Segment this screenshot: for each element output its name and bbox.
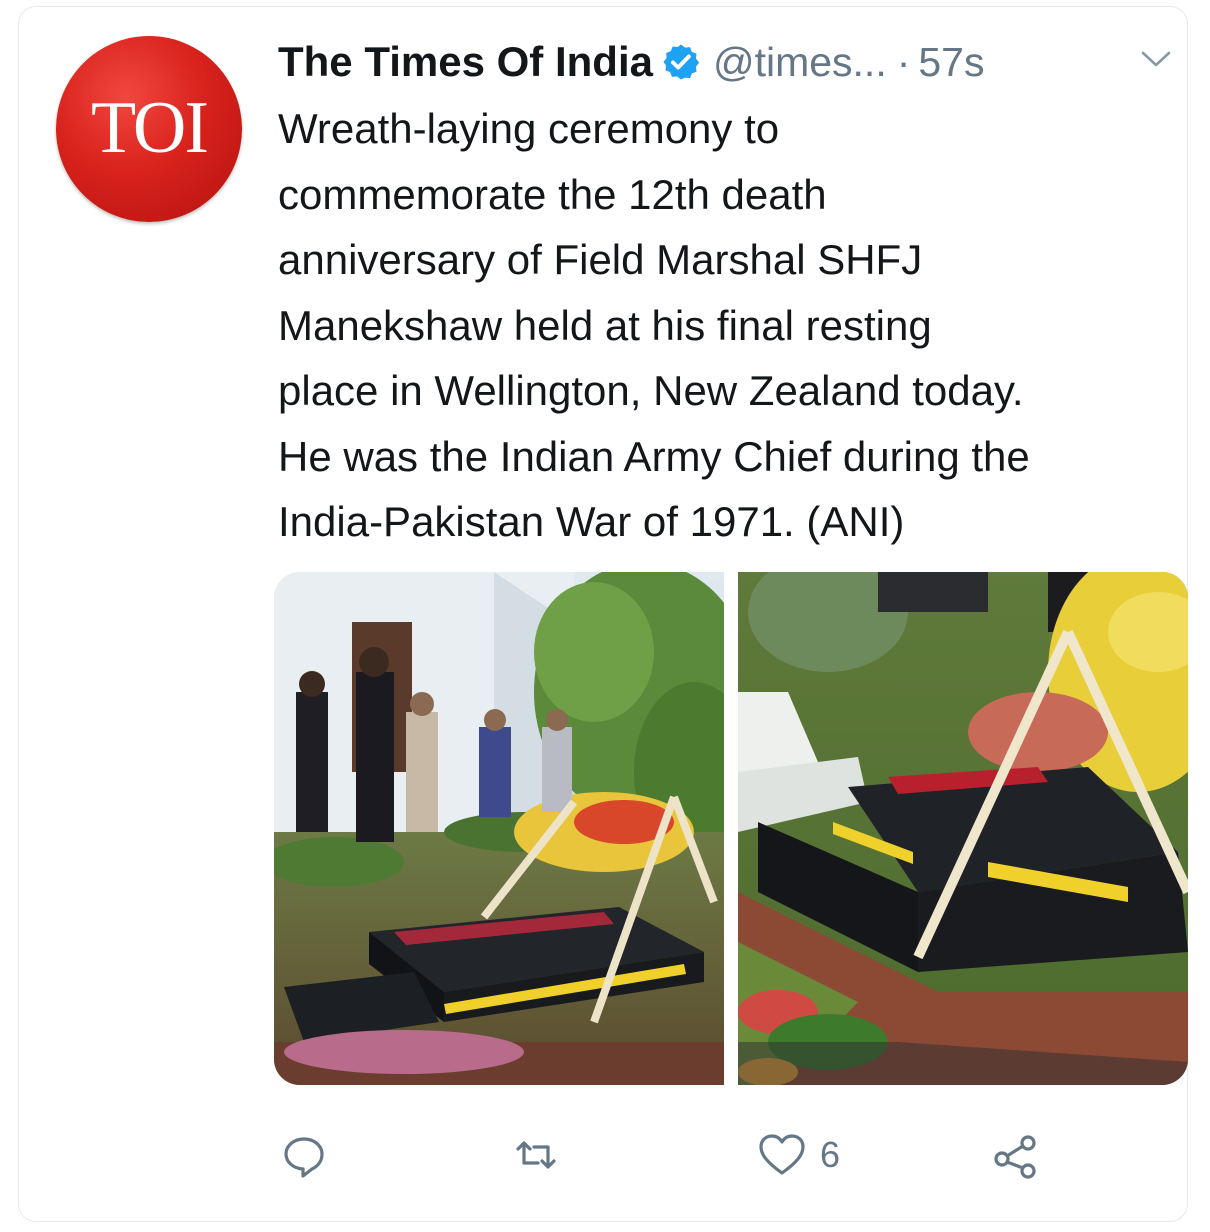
photo-ceremony-image — [274, 572, 724, 1085]
heart-icon — [759, 1134, 805, 1175]
tweet-text-line: place in Wellington, New Zealand today. — [278, 367, 1024, 414]
photo-ceremony[interactable] — [274, 572, 724, 1085]
media-gallery — [274, 572, 1188, 1085]
tweet-actions: 6 — [278, 1125, 1068, 1185]
timestamp[interactable]: 57s — [918, 39, 984, 86]
like-button[interactable]: 6 — [756, 1125, 840, 1185]
tweet-text-line: Manekshaw held at his final resting — [278, 301, 932, 349]
reply-button[interactable] — [278, 1125, 330, 1185]
author-handle[interactable]: @times... — [713, 39, 887, 86]
reply-icon — [284, 1137, 324, 1178]
photo-grave[interactable] — [738, 572, 1188, 1085]
avatar[interactable]: TOI — [56, 36, 242, 222]
tweet-text-line: India-Pakistan War of 1971. (ANI) — [278, 498, 905, 545]
tweet-text-line: anniversary of Field Marshal SHFJ — [278, 236, 923, 283]
tweet-text-line: Wreath-laying ceremony to — [278, 105, 780, 152]
verified-badge-icon — [663, 44, 700, 80]
tweet-header: The Times Of India @times... · 57s — [278, 36, 984, 88]
share-icon — [994, 1135, 1036, 1179]
avatar-logo-text: TOI — [91, 87, 209, 169]
header-separator: · — [896, 38, 911, 85]
tweet-text: Wreath-laying ceremony to commemorate th… — [278, 96, 1178, 555]
share-button[interactable] — [990, 1125, 1042, 1185]
retweet-button[interactable] — [510, 1125, 562, 1185]
tweet-text-line: commemorate the 12th death — [278, 170, 827, 218]
photo-grave-image — [738, 572, 1188, 1085]
retweet-icon — [516, 1141, 556, 1169]
author-name[interactable]: The Times Of India — [278, 38, 653, 86]
like-count: 6 — [820, 1134, 841, 1175]
tweet-text-line: He was the Indian Army Chief during the — [278, 432, 1030, 480]
chevron-down-icon[interactable] — [1140, 46, 1172, 72]
